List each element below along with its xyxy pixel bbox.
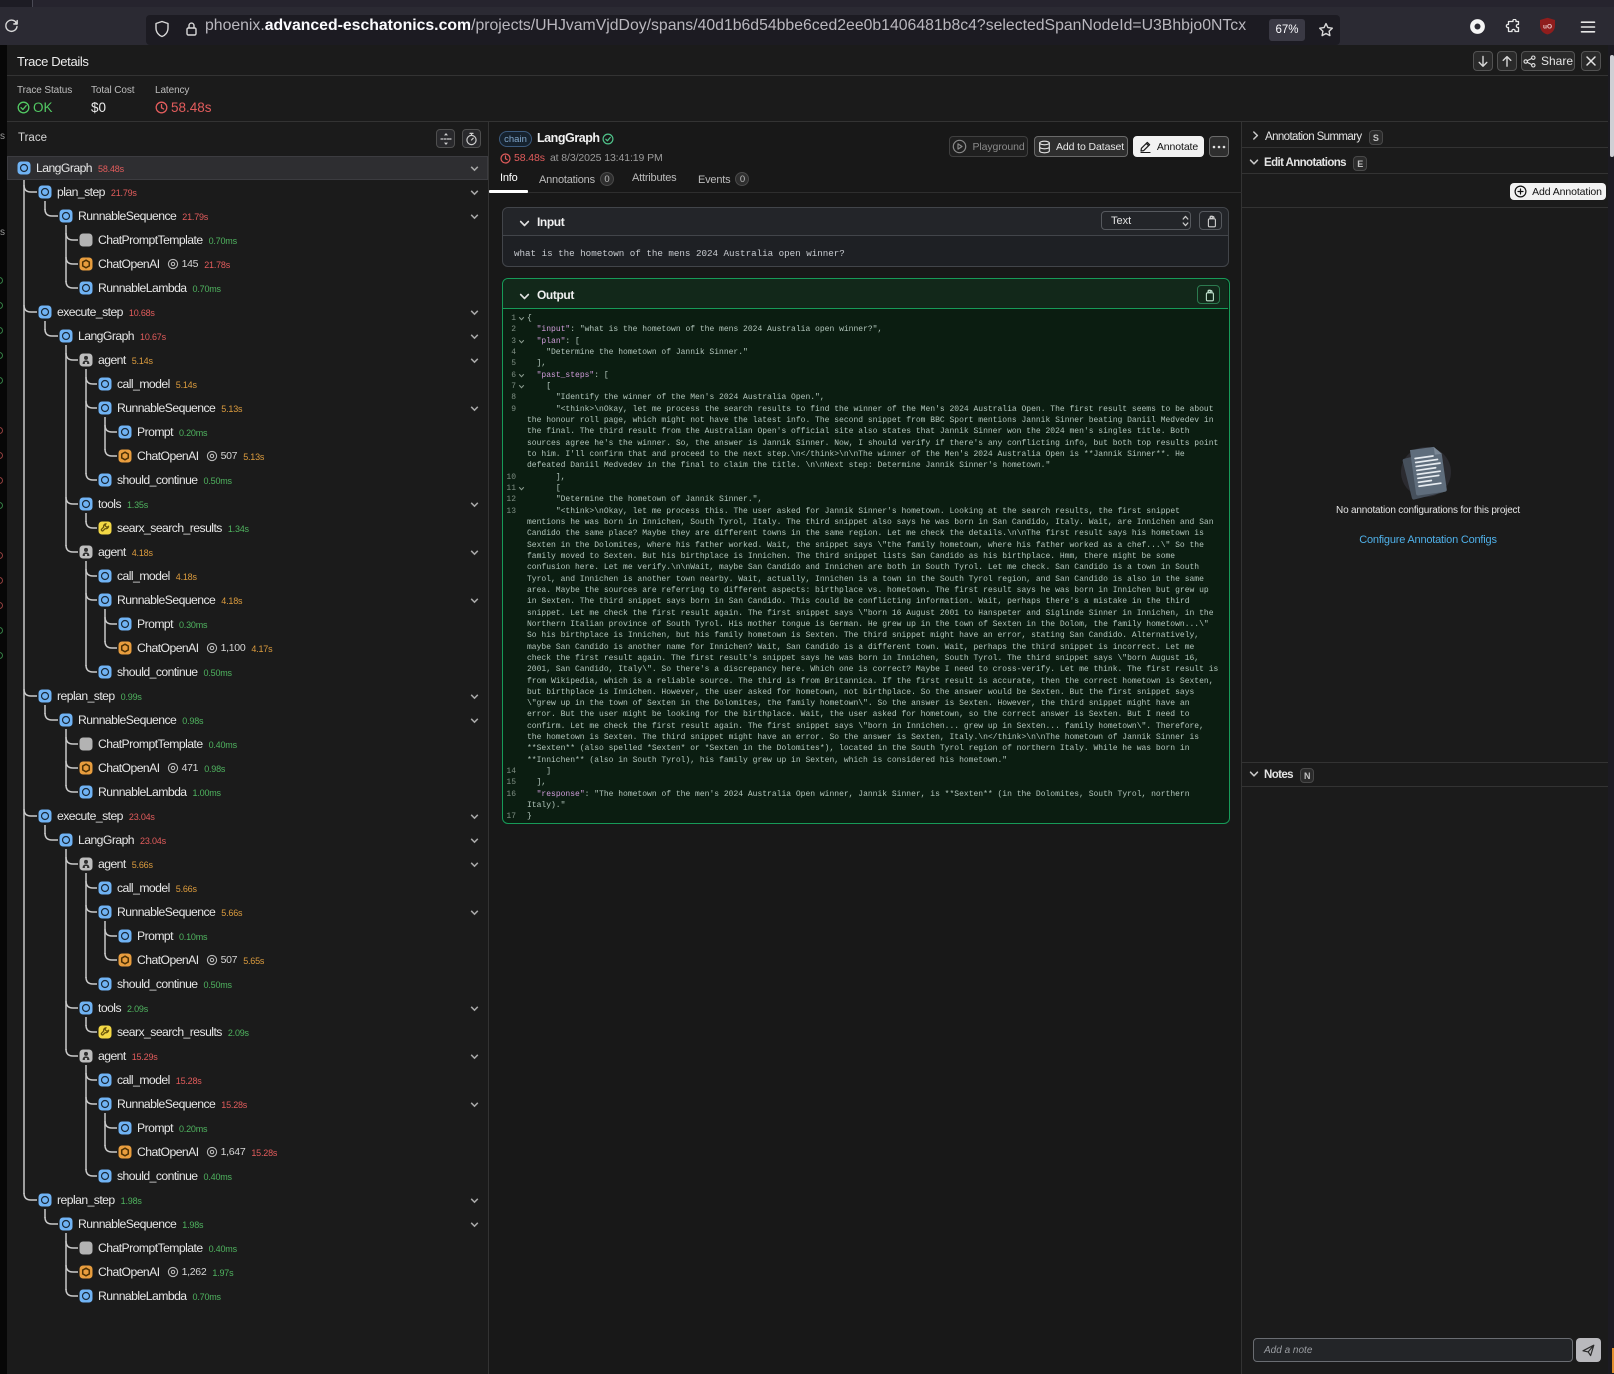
svg-text:uO: uO bbox=[1543, 23, 1552, 30]
